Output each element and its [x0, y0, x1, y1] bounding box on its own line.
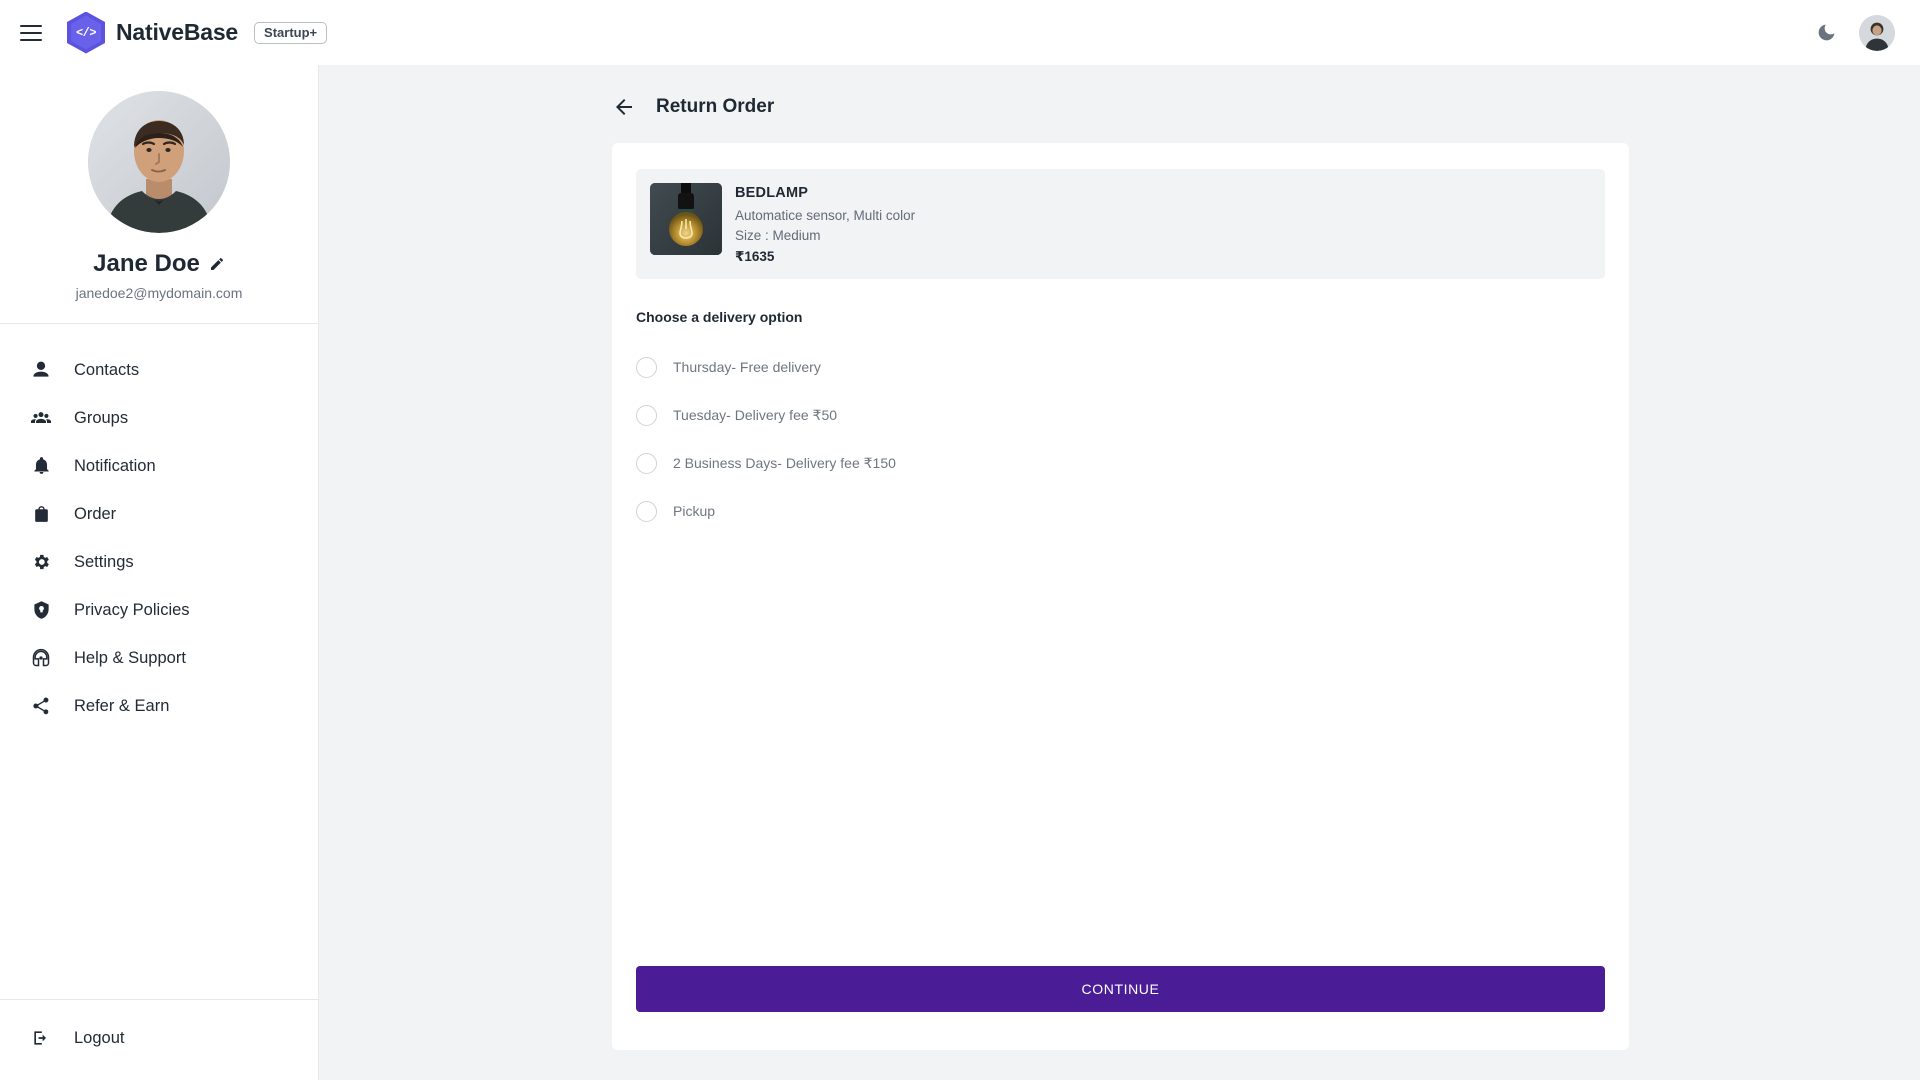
top-bar-actions [1816, 14, 1895, 51]
profile-avatar[interactable] [88, 91, 230, 233]
radio-button[interactable] [636, 356, 657, 378]
sidebar-profile: Jane Doe janedoe2@mydomain.com [0, 65, 318, 324]
sidebar-item-label: Contacts [74, 360, 140, 379]
headset-icon [30, 647, 52, 669]
sidebar: Jane Doe janedoe2@mydomain.com Contacts … [0, 65, 319, 1080]
delivery-option-thursday[interactable]: Thursday- Free delivery [636, 343, 1605, 391]
share-icon [30, 695, 52, 717]
shield-icon [30, 599, 52, 621]
profile-name-row: Jane Doe [93, 250, 225, 278]
shopping-bag-icon [30, 503, 52, 525]
sidebar-item-settings[interactable]: Settings [0, 538, 318, 586]
top-bar: </> NativeBase Startup+ [0, 0, 1920, 65]
brand-logo-group[interactable]: </> NativeBase Startup+ [67, 11, 328, 54]
sidebar-item-contacts[interactable]: Contacts [0, 346, 318, 394]
delivery-option-2-business-days[interactable]: 2 Business Days- Delivery fee ₹150 [636, 439, 1605, 487]
edison-bulb-photo [650, 183, 722, 255]
pencil-icon[interactable] [209, 256, 225, 272]
sidebar-item-groups[interactable]: Groups [0, 394, 318, 442]
product-summary: BEDLAMP Automatice sensor, Multi color S… [636, 169, 1605, 279]
logo-glyph: </> [75, 25, 97, 40]
delivery-option-label: Thursday- Free delivery [673, 359, 821, 375]
sidebar-footer: Logout [0, 999, 318, 1080]
sidebar-item-privacy-policies[interactable]: Privacy Policies [0, 586, 318, 634]
sidebar-item-notification[interactable]: Notification [0, 442, 318, 490]
sidebar-item-refer-earn[interactable]: Refer & Earn [0, 682, 318, 730]
gear-icon [30, 551, 52, 573]
moon-icon[interactable] [1816, 22, 1837, 43]
sidebar-item-label: Refer & Earn [74, 696, 170, 715]
delivery-option-label: Tuesday- Delivery fee ₹50 [673, 406, 838, 423]
sidebar-item-logout[interactable]: Logout [0, 1014, 318, 1062]
profile-name: Jane Doe [93, 250, 200, 277]
bell-icon [30, 455, 52, 477]
code-hexagon-logo-icon: </> [67, 11, 105, 54]
radio-button[interactable] [636, 500, 657, 522]
profile-email: janedoe2@mydomain.com [75, 285, 243, 301]
delivery-option-label: Pickup [673, 503, 716, 519]
delivery-options-group: Thursday- Free delivery Tuesday- Deliver… [636, 343, 1605, 535]
delivery-section-label: Choose a delivery option [636, 309, 803, 325]
product-info: BEDLAMP Automatice sensor, Multi color S… [735, 183, 915, 265]
hamburger-menu-icon[interactable] [20, 19, 48, 47]
sidebar-item-label: Notification [74, 456, 156, 475]
sidebar-item-label: Order [74, 504, 117, 523]
sidebar-nav: Contacts Groups Notification Order Setti [0, 324, 318, 730]
delivery-option-label: 2 Business Days- Delivery fee ₹150 [673, 454, 896, 471]
return-order-card: BEDLAMP Automatice sensor, Multi color S… [612, 143, 1629, 1050]
continue-button[interactable]: CONTINUE [636, 966, 1605, 1012]
radio-button[interactable] [636, 452, 657, 474]
radio-button[interactable] [636, 404, 657, 426]
brand-name: NativeBase [116, 19, 239, 45]
sidebar-item-help-support[interactable]: Help & Support [0, 634, 318, 682]
product-size: Size : Medium [735, 228, 821, 243]
plan-badge[interactable]: Startup+ [254, 21, 328, 44]
page-header: Return Order [319, 65, 1920, 119]
people-group-icon [30, 407, 52, 429]
sidebar-item-label: Privacy Policies [74, 600, 190, 619]
product-price: ₹1635 [735, 249, 775, 264]
person-icon [30, 359, 52, 381]
product-description: Automatice sensor, Multi color [735, 208, 916, 223]
sidebar-item-label: Settings [74, 552, 134, 571]
main-content: Return Order BEDLAMP Automatice sensor, … [319, 65, 1920, 1080]
sidebar-item-label: Groups [74, 408, 129, 427]
user-avatar[interactable] [1859, 14, 1895, 51]
delivery-option-pickup[interactable]: Pickup [636, 487, 1605, 535]
sidebar-item-order[interactable]: Order [0, 490, 318, 538]
sidebar-item-label: Help & Support [74, 648, 186, 667]
product-name: BEDLAMP [735, 185, 809, 201]
arrow-left-icon[interactable] [612, 95, 636, 119]
sidebar-item-label: Logout [74, 1028, 125, 1047]
delivery-option-tuesday[interactable]: Tuesday- Delivery fee ₹50 [636, 391, 1605, 439]
page-title: Return Order [656, 96, 775, 117]
logout-icon [30, 1027, 52, 1049]
